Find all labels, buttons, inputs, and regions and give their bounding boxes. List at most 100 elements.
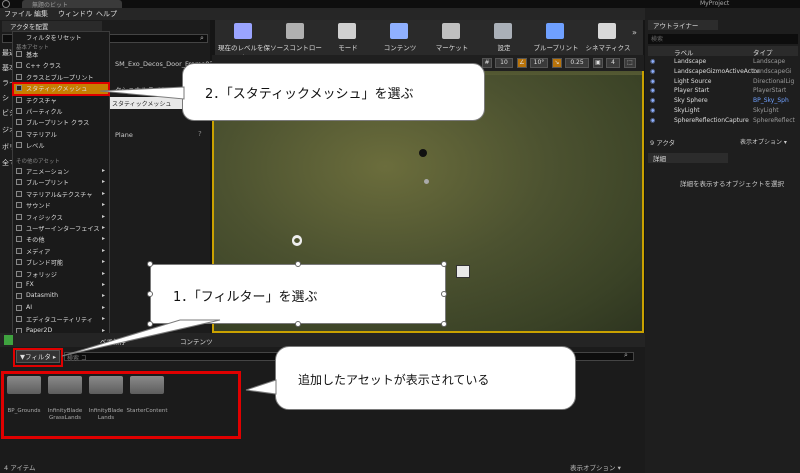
outliner-row-name: SphereReflectionCapture — [674, 116, 749, 124]
filter-item-other-2[interactable]: マテリアル&テクスチャ — [26, 190, 92, 199]
filter-item-basic-0[interactable]: 基本 — [26, 50, 38, 59]
filter-item-other-10[interactable]: FX — [26, 281, 34, 288]
filter-item-other-0[interactable]: アニメーション — [26, 167, 69, 176]
filter-checkbox[interactable] — [16, 213, 22, 220]
outliner-row[interactable]: ◉ Light Source DirectionalLig — [648, 78, 798, 87]
filter-item-other-7[interactable]: メディア — [26, 247, 50, 256]
filter-checkbox[interactable] — [16, 119, 22, 126]
visibility-eye-icon[interactable]: ◉ — [650, 78, 655, 85]
toolbar-button-4[interactable]: マーケット — [426, 20, 478, 55]
filter-checkbox[interactable] — [16, 96, 22, 103]
rotation-snap-toggle[interactable]: ∠ — [517, 58, 527, 68]
toolbar-button-2[interactable]: モード — [322, 20, 374, 55]
scale-snap-toggle[interactable]: ↘ — [552, 58, 562, 68]
filter-item-other-4[interactable]: フィジックス — [26, 213, 63, 222]
filter-item-other-6[interactable]: その他 — [26, 235, 45, 244]
filter-checkbox[interactable] — [16, 73, 22, 80]
menu-window[interactable]: ウィンドウ — [58, 9, 93, 19]
filter-item-basic-1[interactable]: C++ クラス — [26, 61, 61, 70]
filter-item-basic-5[interactable]: パーティクル — [26, 107, 63, 116]
outliner-header: ラベル タイプ — [648, 46, 798, 57]
filter-item-basic-6[interactable]: ブループリント クラス — [26, 118, 89, 127]
filter-item-other-5[interactable]: ユーザーインターフェイス — [26, 224, 100, 233]
filter-checkbox[interactable] — [16, 62, 22, 69]
filter-checkbox[interactable] — [16, 202, 22, 209]
save-icon — [234, 23, 252, 39]
outliner-view-options[interactable]: 表示オプション ▾ — [740, 137, 787, 146]
rotate-handle-icon — [292, 236, 302, 246]
toolbar-button-5[interactable]: 設定 — [478, 20, 530, 55]
filter-checkbox[interactable] — [16, 179, 22, 186]
camera-speed-value[interactable]: 4 — [606, 58, 620, 68]
filter-checkbox[interactable] — [16, 190, 22, 197]
filter-checkbox[interactable] — [16, 270, 22, 277]
outliner-row[interactable]: ◉ Landscape Landscape — [648, 58, 798, 67]
maximize-viewport-icon[interactable]: ⬚ — [624, 58, 636, 68]
grid-snap-toggle[interactable]: # — [482, 58, 492, 68]
add-new-icon[interactable] — [4, 335, 13, 345]
visibility-eye-icon[interactable]: ◉ — [650, 97, 655, 104]
menu-edit[interactable]: 編集 — [34, 9, 48, 19]
filter-checkbox[interactable] — [16, 304, 22, 311]
filter-checkbox[interactable] — [16, 168, 22, 174]
toolbar-expand-icon[interactable]: » — [632, 28, 637, 37]
outliner-search-input[interactable]: 検索 — [648, 34, 798, 44]
level-tab[interactable]: 無題のビット — [22, 0, 122, 9]
filter-item-other-12[interactable]: AI — [26, 304, 32, 311]
filter-item-other-11[interactable]: Datasmith — [26, 292, 58, 299]
filter-item-other-9[interactable]: フォリッジ — [26, 270, 57, 279]
tab-outliner[interactable]: アウトライナー — [648, 20, 718, 30]
resize-handle — [295, 321, 301, 327]
outliner-row[interactable]: ◉ LandscapeGizmoActiveActor LandscapeGi — [648, 68, 798, 77]
filter-item-basic-7[interactable]: マテリアル — [26, 130, 57, 139]
skylight-icon[interactable] — [456, 265, 470, 278]
col-type[interactable]: タイプ — [753, 47, 773, 57]
filter-item-basic-4[interactable]: テクスチャ — [26, 96, 57, 105]
filter-item-basic-2[interactable]: クラスとブループリント — [26, 73, 94, 82]
filter-item-other-1[interactable]: ブループリント — [26, 178, 69, 187]
help-icon[interactable]: ? — [198, 130, 202, 138]
filter-checkbox[interactable] — [16, 293, 22, 300]
toolbar-button-6[interactable]: ブループリント — [530, 20, 582, 55]
player-start-icon[interactable] — [419, 149, 427, 157]
filter-item-basic-8[interactable]: レベル — [26, 141, 45, 150]
filter-item-other-3[interactable]: サウンド — [26, 201, 51, 210]
visibility-eye-icon[interactable]: ◉ — [650, 117, 655, 124]
visibility-eye-icon[interactable]: ◉ — [650, 58, 655, 65]
filter-checkbox[interactable] — [16, 108, 22, 114]
light-icon[interactable] — [424, 179, 429, 184]
menu-file[interactable]: ファイル — [4, 9, 32, 19]
filter-checkbox[interactable] — [16, 282, 22, 288]
rotation-snap-value[interactable]: 10° — [530, 58, 548, 68]
filter-checkbox[interactable] — [16, 316, 22, 323]
filter-checkbox[interactable] — [16, 259, 22, 266]
asset-plane[interactable]: Plane — [115, 131, 133, 139]
visibility-eye-icon[interactable]: ◉ — [650, 87, 655, 94]
filter-checkbox[interactable] — [16, 236, 22, 243]
outliner-row[interactable]: ◉ SphereReflectionCapture SphereReflect — [648, 117, 798, 126]
filter-checkbox[interactable] — [16, 142, 22, 149]
toolbar-button-7[interactable]: シネマティクス — [582, 20, 634, 55]
visibility-eye-icon[interactable]: ◉ — [650, 68, 655, 75]
filter-reset[interactable]: フィルタをリセット — [26, 33, 82, 42]
filter-checkbox[interactable] — [16, 247, 22, 254]
callout-step1-text: 1．「フィルター」を選ぶ — [173, 290, 318, 305]
filter-checkbox[interactable] — [16, 51, 22, 57]
visibility-eye-icon[interactable]: ◉ — [650, 107, 655, 114]
menu-help[interactable]: ヘルプ — [96, 9, 117, 19]
col-label[interactable]: ラベル — [674, 47, 694, 57]
camera-speed-icon[interactable]: ▣ — [593, 58, 603, 68]
toolbar-button-1[interactable]: ソースコントロール — [270, 20, 322, 62]
outliner-row[interactable]: ◉ SkyLight SkyLight — [648, 107, 798, 116]
outliner-row[interactable]: ◉ Player Start PlayerStart — [648, 87, 798, 96]
grid-snap-value[interactable]: 10 — [495, 58, 513, 68]
toolbar-button-0[interactable]: 現在のレベルを保存 — [218, 20, 270, 62]
filter-checkbox[interactable] — [16, 130, 22, 137]
content-view-options[interactable]: 表示オプション ▾ — [570, 462, 621, 472]
scale-snap-value[interactable]: 0.25 — [565, 58, 589, 68]
filter-item-other-8[interactable]: ブレンド可能 — [26, 258, 63, 267]
toolbar-button-3[interactable]: コンテンツ — [374, 20, 426, 55]
outliner-row[interactable]: ◉ Sky Sphere BP_Sky_Sph — [648, 97, 798, 106]
tab-details[interactable]: 詳細 — [648, 153, 728, 163]
filter-checkbox[interactable] — [16, 225, 22, 231]
